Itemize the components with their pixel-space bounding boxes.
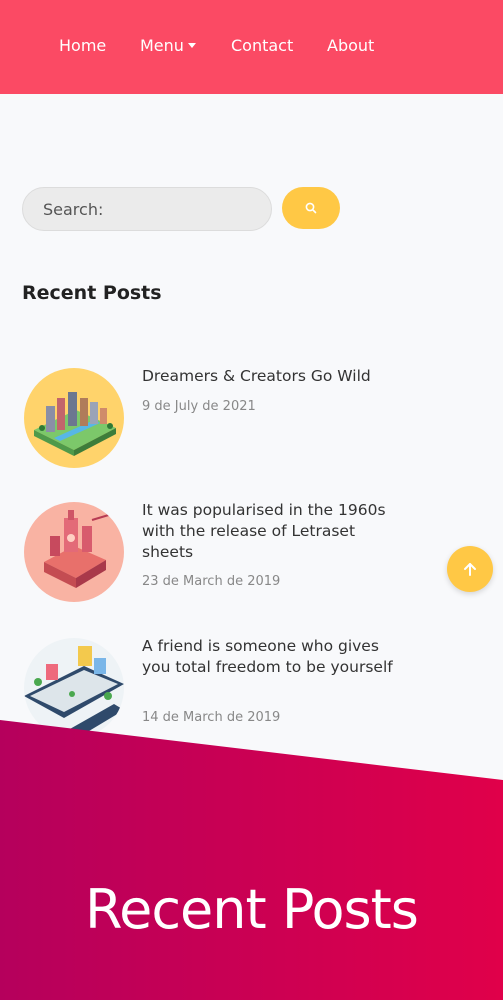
search-input[interactable]	[22, 187, 272, 231]
promo-banner	[0, 720, 503, 1000]
nav-menu-dropdown[interactable]: Menu	[140, 36, 196, 56]
arrow-up-icon	[464, 563, 476, 576]
back-to-top-button[interactable]	[447, 546, 493, 592]
caret-down-icon	[187, 43, 196, 48]
post-title[interactable]: A friend is someone who gives you total …	[142, 636, 404, 678]
nav-menu-label: Menu	[140, 36, 184, 55]
nav-home-link[interactable]: Home	[59, 36, 106, 56]
nav-contact-link[interactable]: Contact	[231, 36, 293, 56]
post-date: 9 de July de 2021	[142, 399, 256, 414]
post-thumbnail[interactable]	[24, 502, 124, 602]
recent-posts-heading: Recent Posts	[22, 282, 162, 304]
post-title[interactable]: It was popularised in the 1960s with the…	[142, 500, 404, 563]
search-button[interactable]	[282, 187, 340, 229]
top-navbar: Home Menu Contact About	[0, 0, 503, 94]
post-thumbnail[interactable]	[24, 368, 124, 468]
banner-title: Recent Posts	[85, 878, 419, 941]
post-title[interactable]: Dreamers & Creators Go Wild	[142, 366, 404, 387]
search-icon	[305, 202, 317, 214]
nav-about-link[interactable]: About	[327, 36, 374, 56]
post-date: 23 de March de 2019	[142, 574, 281, 589]
